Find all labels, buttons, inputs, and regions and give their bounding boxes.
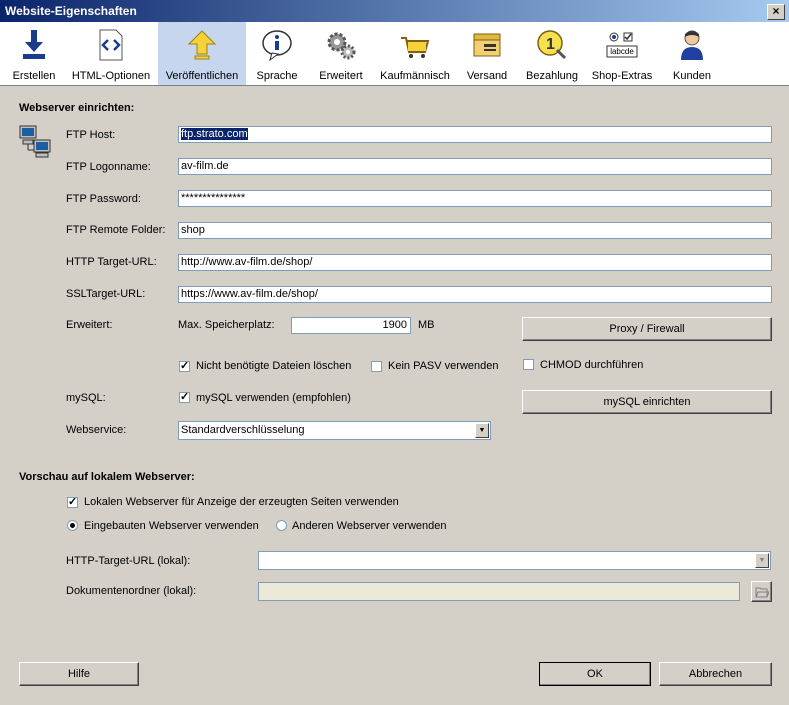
tab-label: HTML-Optionen <box>71 70 151 82</box>
window-title: Website-Eigenschaften <box>5 4 137 18</box>
title-bar: Website-Eigenschaften × <box>0 0 789 22</box>
use-mysql-label: mySQL verwenden (empfohlen) <box>196 392 351 404</box>
tab-label: Kaufmännisch <box>380 70 450 82</box>
delete-unused-label: Nicht benötigte Dateien löschen <box>196 360 352 372</box>
doc-folder-input[interactable] <box>258 582 740 601</box>
ssl-url-label: SSLTarget-URL: <box>66 288 146 300</box>
html-code-icon <box>99 29 123 61</box>
chevron-down-icon[interactable]: ▼ <box>475 423 489 438</box>
tab-label: Sprache <box>256 70 298 82</box>
ftp-folder-input[interactable]: shop <box>178 222 772 239</box>
ssl-url-input[interactable]: https://www.av-film.de/shop/ <box>178 286 772 303</box>
advanced-label: Erweitert: <box>66 319 113 331</box>
tab-kaufmaennisch[interactable]: Kaufmännisch <box>376 22 454 85</box>
close-icon: × <box>772 4 780 18</box>
no-pasv-checkbox[interactable] <box>371 361 382 372</box>
use-local-server-label: Lokalen Webserver für Anzeige der erzeug… <box>84 496 399 508</box>
ftp-login-label: FTP Logonname: <box>66 161 151 173</box>
ftp-password-label: FTP Password: <box>66 193 141 205</box>
use-local-server-checkbox[interactable] <box>67 495 78 508</box>
tab-veroeffentlichen[interactable]: Veröffentlichen <box>158 22 246 85</box>
max-storage-unit: MB <box>418 319 435 331</box>
builtin-server-radio[interactable] <box>67 520 78 531</box>
doc-folder-label: Dokumentenordner (lokal): <box>66 585 197 597</box>
max-storage-input[interactable]: 1900 <box>291 317 411 334</box>
tab-kunden[interactable]: Kunden <box>666 22 718 85</box>
webservice-value: Standardverschlüsselung <box>181 424 305 436</box>
ftp-login-input[interactable]: av-film.de <box>178 158 772 175</box>
tab-sprache[interactable]: Sprache <box>250 22 304 85</box>
coin-icon: 1 <box>537 30 567 60</box>
chevron-down-icon[interactable]: ▼ <box>755 553 769 568</box>
tab-erweitert[interactable]: Erweitert <box>312 22 370 85</box>
ftp-folder-label: FTP Remote Folder: <box>66 224 166 236</box>
webservice-label: Webservice: <box>66 424 127 436</box>
tab-label: Bezahlung <box>526 70 578 82</box>
proxy-firewall-button[interactable]: Proxy / Firewall <box>522 317 772 341</box>
webservice-select[interactable]: Standardverschlüsselung ▼ <box>178 421 491 440</box>
section-preview-heading: Vorschau auf lokalem Webserver: <box>19 471 195 483</box>
download-arrow-icon <box>23 30 45 59</box>
ftp-host-value: ftp.strato.com <box>181 128 248 140</box>
other-server-label: Anderen Webserver verwenden <box>292 520 447 532</box>
upload-arrow-icon <box>187 30 217 60</box>
tab-html-optionen[interactable]: HTML-Optionen <box>68 22 154 85</box>
help-button[interactable]: Hilfe <box>19 662 139 686</box>
section-webserver-heading: Webserver einrichten: <box>19 102 135 114</box>
builtin-server-label: Eingebauten Webserver verwenden <box>84 520 259 532</box>
local-url-combo[interactable]: ▼ <box>258 551 771 570</box>
gears-icon <box>327 32 356 60</box>
local-url-label: HTTP-Target-URL (lokal): <box>66 555 191 567</box>
mysql-label: mySQL: <box>66 392 106 404</box>
tab-versand[interactable]: Versand <box>462 22 512 85</box>
tab-erstellen[interactable]: Erstellen <box>6 22 62 85</box>
cancel-button[interactable]: Abbrechen <box>659 662 772 686</box>
form-controls-icon-text: labcde <box>610 47 634 56</box>
http-url-input[interactable]: http://www.av-film.de/shop/ <box>178 254 772 271</box>
ftp-host-label: FTP Host: <box>66 129 116 141</box>
speech-info-icon <box>262 30 292 62</box>
max-storage-label: Max. Speicherplatz: <box>178 319 275 331</box>
tab-label: Shop-Extras <box>591 70 653 82</box>
use-mysql-checkbox[interactable] <box>179 390 190 403</box>
customer-icon <box>681 30 703 60</box>
folder-open-icon <box>754 587 770 598</box>
chmod-label: CHMOD durchführen <box>540 359 644 371</box>
ok-button[interactable]: OK <box>539 662 651 686</box>
package-icon <box>473 33 501 57</box>
http-url-label: HTTP Target-URL: <box>66 256 157 268</box>
tab-label: Erweitert <box>319 70 363 82</box>
tab-label: Kunden <box>673 70 711 82</box>
mysql-setup-button[interactable]: mySQL einrichten <box>522 390 772 414</box>
delete-unused-checkbox[interactable] <box>179 359 190 372</box>
tab-shop-extras[interactable]: labcde Shop-Extras <box>588 22 656 85</box>
tab-bezahlung[interactable]: 1 Bezahlung <box>522 22 582 85</box>
no-pasv-label: Kein PASV verwenden <box>388 360 499 372</box>
network-computers-icon <box>19 125 51 158</box>
category-toolbar: Erstellen HTML-Optionen Veröffentlichen … <box>0 22 789 86</box>
close-button[interactable]: × <box>767 4 785 20</box>
tab-label: Erstellen <box>12 70 56 82</box>
svg-text:1: 1 <box>546 36 555 53</box>
tab-label: Veröffentlichen <box>165 70 239 82</box>
form-controls-icon <box>606 32 638 58</box>
browse-folder-button[interactable] <box>751 581 772 602</box>
chmod-checkbox[interactable] <box>523 359 534 370</box>
other-server-radio[interactable] <box>276 520 287 531</box>
ftp-password-input[interactable]: *************** <box>178 190 772 207</box>
tab-label: Versand <box>466 70 508 82</box>
ftp-host-input[interactable]: ftp.strato.com <box>178 126 772 143</box>
shopping-cart-icon <box>401 37 430 58</box>
